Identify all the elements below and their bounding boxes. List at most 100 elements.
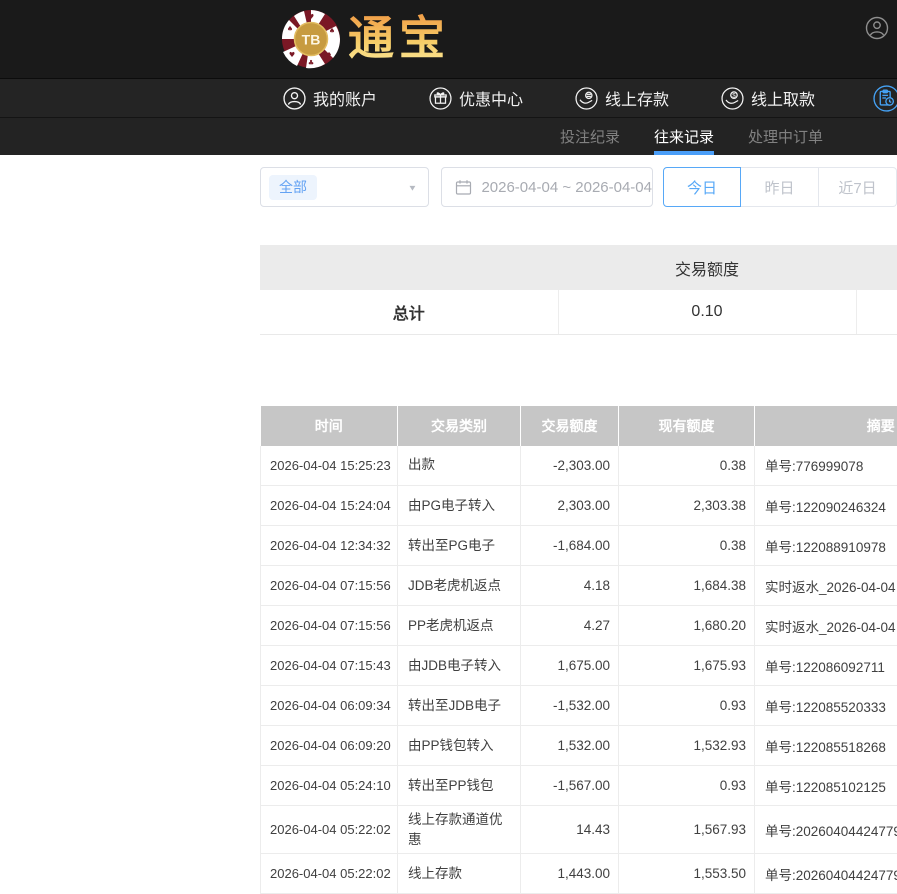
cell-amount: 1,532.00 <box>521 726 619 766</box>
cell-balance: 0.93 <box>619 686 755 726</box>
svg-text:♥: ♥ <box>308 13 314 21</box>
table-row: 2026-04-04 06:09:34 转出至JDB电子 -1,532.00 0… <box>261 686 897 726</box>
table-row: 2026-04-04 15:24:04 由PG电子转入 2,303.00 2,3… <box>261 486 897 526</box>
cell-summary: 实时返水_2026-04-04 <box>755 606 897 646</box>
total-amount: 0.10 <box>558 290 856 334</box>
today-button[interactable]: 今日 <box>663 167 741 207</box>
cell-balance: 0.38 <box>619 526 755 566</box>
cell-summary: 单号:2026040442477971 <box>755 854 897 894</box>
primary-navigation: 我的账户 优惠中心 线上存款 <box>0 78 897 117</box>
records-tab-bar: 投注纪录 往来记录 处理中订单 <box>0 117 897 155</box>
svg-text:♥: ♥ <box>289 51 295 59</box>
last7days-button[interactable]: 近7日 <box>819 167 897 207</box>
nav-item-label: 线上取款 <box>751 86 815 110</box>
cell-time: 2026-04-04 05:22:02 <box>261 806 398 854</box>
nav-item-withdraw[interactable]: $ 线上取款 <box>721 86 815 110</box>
chevron-down-icon: ▼ <box>408 184 418 193</box>
summary-header-extra <box>856 245 897 290</box>
svg-text:♣: ♣ <box>308 59 314 67</box>
poker-chip-logo-icon: ♥♠♦ ♣♥♠ TB <box>280 8 342 70</box>
cell-type: JDB老虎机返点 <box>398 566 521 606</box>
nav-item-my-account[interactable]: 我的账户 <box>283 86 377 110</box>
table-row: 2026-04-04 07:15:43 由JDB电子转入 1,675.00 1,… <box>261 646 897 686</box>
cell-balance: 1,684.38 <box>619 566 755 606</box>
cell-summary: 实时返水_2026-04-04 <box>755 566 897 606</box>
summary-table: 交易额度 总计 0.10 <box>260 245 897 335</box>
cell-type: 出款 <box>398 446 521 486</box>
svg-text:♦: ♦ <box>326 51 332 59</box>
cell-balance: 1,675.93 <box>619 646 755 686</box>
cell-type: 转出至JDB电子 <box>398 686 521 726</box>
tab-transaction-records[interactable]: 往来记录 <box>654 118 714 155</box>
cell-balance: 0.38 <box>619 446 755 486</box>
cell-type: 由JDB电子转入 <box>398 646 521 686</box>
cell-summary: 单号:122085102125 <box>755 766 897 806</box>
cell-time: 2026-04-04 07:15:56 <box>261 566 398 606</box>
cell-summary: 单号:2026040442477971 <box>755 806 897 854</box>
gift-icon <box>429 87 452 110</box>
svg-text:♠: ♠ <box>329 27 335 35</box>
date-range-input[interactable]: 2026-04-04 ~ 2026-04-04 <box>441 167 653 207</box>
transactions-table: 时间 交易类别 交易额度 现有额度 摘要 2026-04-04 15:25:23… <box>260 406 897 894</box>
cell-amount: 2,303.00 <box>521 486 619 526</box>
tab-pending-orders[interactable]: 处理中订单 <box>748 118 823 155</box>
withdraw-icon: $ <box>721 87 744 110</box>
cell-amount: 4.18 <box>521 566 619 606</box>
quick-date-buttons: 今日 昨日 近7日 <box>663 167 897 207</box>
table-row: 2026-04-04 07:15:56 JDB老虎机返点 4.18 1,684.… <box>261 566 897 606</box>
summary-header-amount: 交易额度 <box>558 245 856 290</box>
nav-item-label: 线上存款 <box>605 86 669 110</box>
col-summary: 摘要 <box>755 406 897 446</box>
cell-time: 2026-04-04 07:15:56 <box>261 606 398 646</box>
nav-item-transaction-records[interactable] <box>873 85 897 112</box>
brand-name: 通宝 <box>348 8 450 70</box>
col-balance: 现有额度 <box>619 406 755 446</box>
brand-logo[interactable]: ♥♠♦ ♣♥♠ TB 通宝 <box>280 8 450 70</box>
cell-amount: 4.27 <box>521 606 619 646</box>
col-time: 时间 <box>261 406 398 446</box>
cell-amount: -2,303.00 <box>521 446 619 486</box>
cell-time: 2026-04-04 15:24:04 <box>261 486 398 526</box>
cell-amount: 14.43 <box>521 806 619 854</box>
cell-type: 由PP钱包转入 <box>398 726 521 766</box>
cell-time: 2026-04-04 06:09:34 <box>261 686 398 726</box>
cell-type: 由PG电子转入 <box>398 486 521 526</box>
cell-summary: 单号:122088910978 <box>755 526 897 566</box>
cell-amount: -1,684.00 <box>521 526 619 566</box>
account-avatar-icon[interactable] <box>865 16 889 40</box>
selected-type-tag[interactable]: 全部 <box>269 175 317 200</box>
deposit-icon <box>575 87 598 110</box>
cell-time: 2026-04-04 07:15:43 <box>261 646 398 686</box>
tab-label: 处理中订单 <box>748 126 823 147</box>
table-row: 2026-04-04 12:34:32 转出至PG电子 -1,684.00 0.… <box>261 526 897 566</box>
nav-item-label: 我的账户 <box>313 86 377 110</box>
tab-label: 投注纪录 <box>560 126 620 147</box>
total-label: 总计 <box>260 290 558 334</box>
cell-balance: 1,680.20 <box>619 606 755 646</box>
summary-header-row: 交易额度 <box>260 245 897 290</box>
cell-time: 2026-04-04 06:09:20 <box>261 726 398 766</box>
table-row: 2026-04-04 05:22:02 线上存款通道优惠 14.43 1,567… <box>261 806 897 854</box>
cell-summary: 单号:122085520333 <box>755 686 897 726</box>
cell-balance: 1,553.50 <box>619 854 755 894</box>
cell-balance: 2,303.38 <box>619 486 755 526</box>
date-range-value: 2026-04-04 ~ 2026-04-04 <box>481 179 652 196</box>
cell-type: 转出至PP钱包 <box>398 766 521 806</box>
cell-balance: 1,532.93 <box>619 726 755 766</box>
cell-summary: 单号:122085518268 <box>755 726 897 766</box>
transaction-type-select[interactable]: 全部 ▼ <box>260 167 429 207</box>
cell-summary: 单号:122086092711 <box>755 646 897 686</box>
table-row: 2026-04-04 05:22:02 线上存款 1,443.00 1,553.… <box>261 854 897 894</box>
cell-summary: 单号:122090246324 <box>755 486 897 526</box>
chip-badge-text: TB <box>302 32 321 48</box>
top-header-bar: ♥♠♦ ♣♥♠ TB 通宝 <box>0 0 897 78</box>
col-amount: 交易额度 <box>521 406 619 446</box>
summary-header-empty <box>260 245 558 290</box>
cell-time: 2026-04-04 15:25:23 <box>261 446 398 486</box>
cell-type: PP老虎机返点 <box>398 606 521 646</box>
yesterday-button[interactable]: 昨日 <box>741 167 819 207</box>
nav-item-promotions[interactable]: 优惠中心 <box>429 86 523 110</box>
tab-betting-records[interactable]: 投注纪录 <box>560 118 620 155</box>
nav-item-deposit[interactable]: 线上存款 <box>575 86 669 110</box>
table-row: 2026-04-04 05:24:10 转出至PP钱包 -1,567.00 0.… <box>261 766 897 806</box>
